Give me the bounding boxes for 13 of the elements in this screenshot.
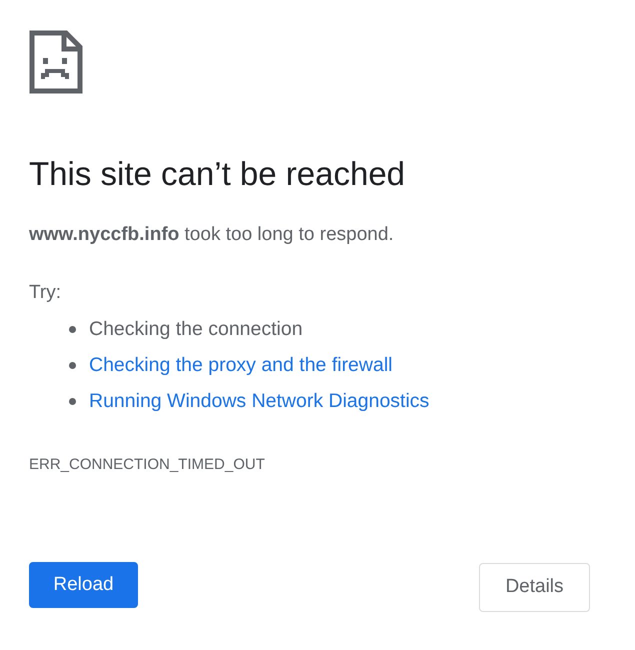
bullet-icon	[69, 326, 76, 334]
sad-page-icon	[29, 30, 83, 94]
error-code: ERR_CONNECTION_TIMED_OUT	[29, 454, 266, 475]
suggestion-text: Checking the connection	[89, 316, 303, 342]
suggestion-link[interactable]: Running Windows Network Diagnostics	[89, 386, 430, 416]
suggestion-link[interactable]: Checking the proxy and the firewall	[89, 350, 392, 380]
details-button[interactable]: Details	[479, 563, 590, 612]
bullet-icon	[69, 362, 76, 370]
bullet-icon	[69, 398, 76, 406]
reload-button[interactable]: Reload	[29, 562, 138, 608]
error-message: www.nyccfb.info took too long to respond.	[29, 222, 395, 247]
try-label: Try:	[29, 281, 62, 306]
error-heading: This site can’t be reached	[29, 154, 406, 194]
